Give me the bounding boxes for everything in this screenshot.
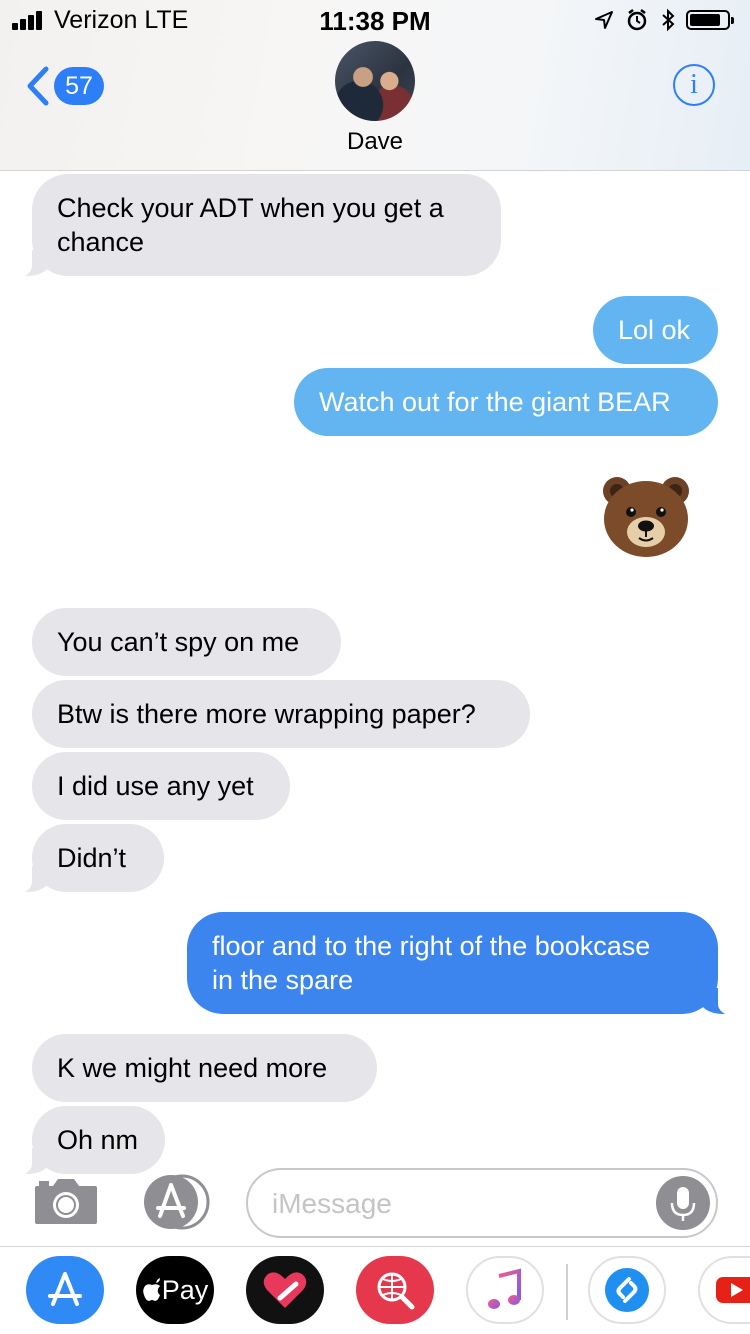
heart-icon	[263, 1272, 307, 1308]
digital-touch-drawer-button[interactable]	[246, 1256, 324, 1324]
app-store-drawer-button[interactable]	[26, 1256, 104, 1324]
message-bubble-incoming[interactable]: Btw is there more wrapping paper?	[32, 680, 530, 748]
alarm-clock-icon	[627, 9, 647, 31]
message-text: K we might need more	[57, 1053, 328, 1083]
shazam-icon	[605, 1268, 649, 1312]
message-text: Lol ok	[618, 315, 691, 345]
message-bubble-outgoing-sms[interactable]: Lol ok	[593, 296, 718, 364]
message-text-line: in the spare	[212, 965, 354, 995]
camera-icon[interactable]	[33, 1176, 99, 1226]
contact-name[interactable]: Dave	[0, 128, 750, 156]
message-bubble-incoming[interactable]: Didn’t	[10, 824, 164, 894]
battery-icon	[686, 10, 734, 30]
info-button[interactable]: i	[673, 64, 715, 106]
back-chevron-icon[interactable]	[22, 66, 56, 106]
message-input-placeholder: iMessage	[272, 1188, 392, 1219]
bear-face-emoji-icon[interactable]	[601, 474, 691, 558]
message-text-line: Check your ADT when you get a	[57, 193, 444, 223]
globe-search-icon	[377, 1272, 415, 1310]
message-bubble-outgoing-sms[interactable]: Watch out for the giant BEAR	[294, 368, 718, 436]
conversation-header: Verizon LTE 11:38 PM 57 Dave i	[0, 0, 750, 171]
images-search-drawer-button[interactable]	[356, 1256, 434, 1324]
message-bubble-incoming[interactable]: Check your ADT when you get a chance	[10, 174, 501, 278]
shazam-drawer-button[interactable]	[588, 1256, 666, 1324]
message-text-line: chance	[57, 227, 145, 257]
apple-pay-drawer-button[interactable]: Pay	[136, 1256, 214, 1324]
message-bubble-incoming[interactable]: Oh nm	[10, 1106, 165, 1176]
microphone-icon	[670, 1187, 696, 1221]
message-text: You can’t spy on me	[57, 627, 300, 657]
app-store-icon[interactable]	[140, 1174, 212, 1230]
message-text: Watch out for the giant BEAR	[319, 387, 671, 417]
message-text-line: floor and to the right of the bookcase	[212, 931, 651, 961]
message-text: Didn’t	[57, 843, 127, 873]
back-unread-count-badge[interactable]: 57	[54, 67, 104, 105]
status-bar: Verizon LTE 11:38 PM	[0, 0, 750, 40]
play-icon	[716, 1277, 750, 1303]
music-note-icon	[488, 1268, 521, 1309]
message-bubble-outgoing-imessage[interactable]: floor and to the right of the bookcase i…	[187, 912, 740, 1016]
location-arrow-icon	[595, 11, 613, 29]
app-store-icon	[48, 1272, 82, 1306]
music-drawer-button[interactable]	[466, 1256, 544, 1324]
message-text: Btw is there more wrapping paper?	[57, 699, 476, 729]
message-text: I did use any yet	[57, 771, 254, 801]
youtube-drawer-button[interactable]	[698, 1256, 750, 1324]
bluetooth-icon	[662, 8, 675, 32]
microphone-button[interactable]	[656, 1176, 710, 1230]
message-bubble-incoming[interactable]: I did use any yet	[32, 752, 290, 820]
contact-avatar[interactable]	[335, 41, 415, 121]
drawer-separator	[566, 1264, 568, 1320]
divider	[0, 1246, 750, 1247]
message-text: Oh nm	[57, 1125, 139, 1155]
message-bubble-incoming[interactable]: You can’t spy on me	[32, 608, 341, 676]
apple-logo-icon	[142, 1278, 160, 1301]
apple-pay-label: Pay	[161, 1274, 209, 1305]
message-bubble-incoming[interactable]: K we might need more	[32, 1034, 377, 1102]
message-input[interactable]: iMessage	[246, 1168, 718, 1238]
